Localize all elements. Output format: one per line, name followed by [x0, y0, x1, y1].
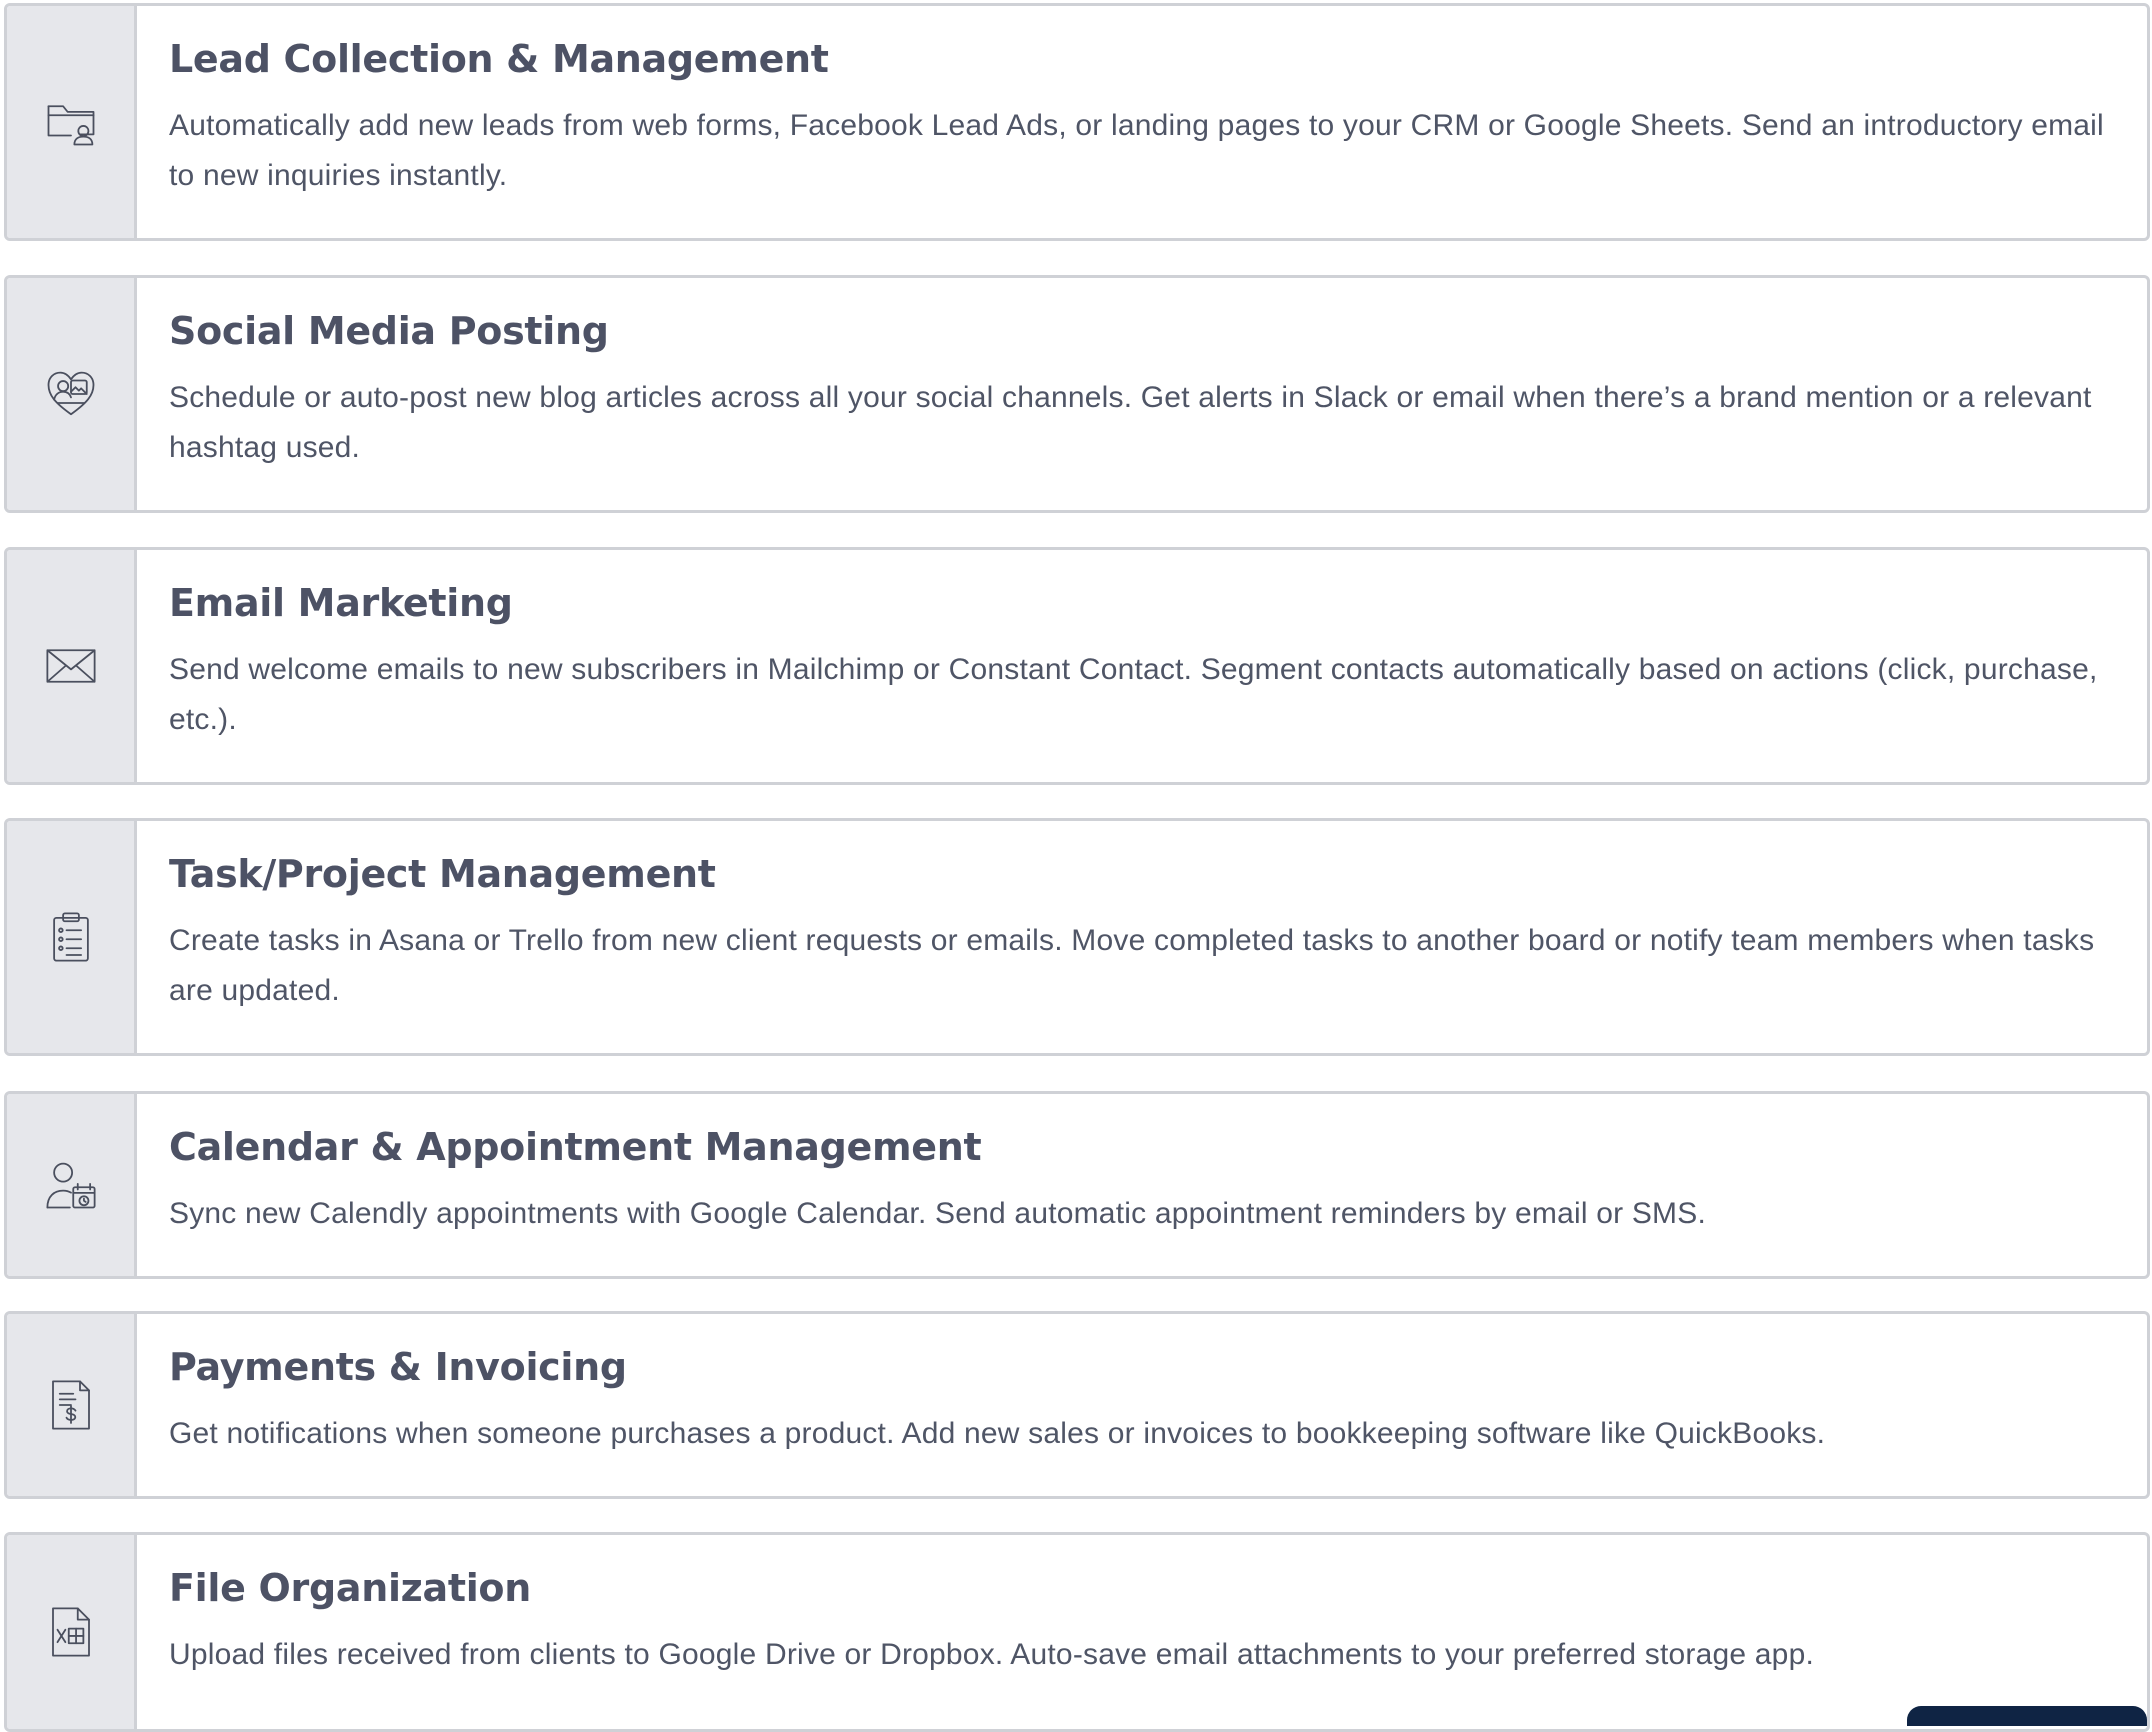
card-icon-cell [7, 1535, 137, 1729]
card-description: Sync new Calendly appointments with Goog… [169, 1197, 1706, 1230]
card-title: Task/Project Management [169, 852, 716, 896]
card-title: Email Marketing [169, 581, 513, 625]
card-title: Social Media Posting [169, 309, 609, 353]
clipboard-list-icon [52, 912, 89, 962]
card-title: Lead Collection & Management [169, 37, 829, 81]
card-icon-cell [7, 1094, 137, 1276]
floating-widget-edge[interactable] [1907, 1706, 2147, 1726]
card-file-organization[interactable]: File Organization Upload files received … [4, 1532, 2150, 1732]
folder-user-icon [47, 105, 94, 146]
card-icon-cell [7, 821, 137, 1053]
card-description: Schedule or auto-post new blog articles … [169, 381, 2092, 464]
heart-image-icon [47, 371, 94, 416]
user-calendar-icon [45, 1162, 96, 1209]
card-description: Send welcome emails to new subscribers i… [169, 653, 2098, 736]
card-title: File Organization [169, 1566, 531, 1610]
card-task-project[interactable]: Task/Project Management Create tasks in … [4, 818, 2150, 1056]
card-description: Automatically add new leads from web for… [169, 109, 2104, 192]
card-description: Create tasks in Asana or Trello from new… [169, 924, 2095, 1007]
card-description: Upload files received from clients to Go… [169, 1638, 1814, 1671]
card-calendar-appointment[interactable]: Calendar & Appointment Management Sync n… [4, 1091, 2150, 1279]
card-social-media[interactable]: Social Media Posting Schedule or auto-po… [4, 275, 2150, 513]
card-icon-cell [7, 278, 137, 510]
invoice-dollar-icon [51, 1380, 90, 1430]
spreadsheet-file-icon [51, 1607, 90, 1657]
card-email-marketing[interactable]: Email Marketing Send welcome emails to n… [4, 547, 2150, 785]
card-icon-cell [7, 6, 137, 238]
card-title: Payments & Invoicing [169, 1345, 627, 1389]
card-icon-cell [7, 550, 137, 782]
envelope-icon [45, 649, 96, 683]
card-payments-invoicing[interactable]: Payments & Invoicing Get notifications w… [4, 1311, 2150, 1499]
card-icon-cell [7, 1314, 137, 1496]
card-title: Calendar & Appointment Management [169, 1125, 982, 1169]
card-description: Get notifications when someone purchases… [169, 1417, 1826, 1450]
card-lead-collection[interactable]: Lead Collection & Management Automatical… [4, 3, 2150, 241]
